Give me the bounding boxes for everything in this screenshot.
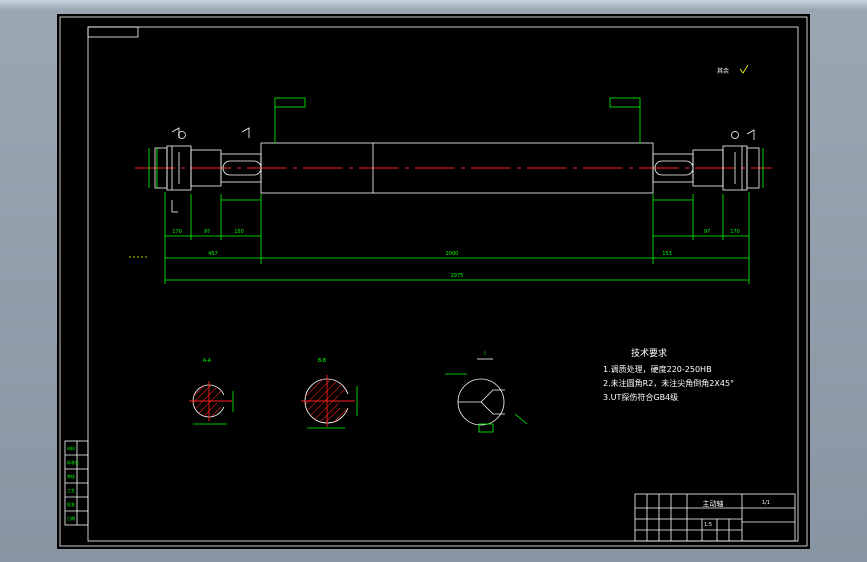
dim-right-170: 170 bbox=[730, 229, 740, 235]
section-view-a: A-A bbox=[189, 358, 234, 425]
dim-left-170: 170 bbox=[172, 229, 182, 235]
top-left-code-box bbox=[87, 26, 139, 38]
tech-req-item-2: 2.未注圆角R2，未注尖角倒角2X45° bbox=[603, 378, 734, 388]
dim-middle-length: 2000 bbox=[446, 251, 459, 257]
section-a-label: A-A bbox=[203, 358, 212, 364]
roughness-note: 其余 bbox=[717, 67, 729, 75]
drawing-viewport[interactable]: 2000 2975 457 153 170 170 150 97 97 其余 A… bbox=[57, 14, 810, 549]
svg-text:标准化: 标准化 bbox=[67, 459, 79, 465]
section-b-label: B-B bbox=[318, 358, 327, 364]
cad-window: 2000 2975 457 153 170 170 150 97 97 其余 A… bbox=[0, 0, 867, 562]
dim-left-150: 150 bbox=[234, 229, 244, 235]
cad-drawing-canvas: 2000 2975 457 153 170 170 150 97 97 其余 A… bbox=[59, 16, 808, 547]
tech-req-item-3: 3.UT探伤符合GB4级 bbox=[603, 392, 678, 402]
svg-text:材料: 材料 bbox=[67, 445, 75, 451]
svg-text:日期: 日期 bbox=[67, 515, 75, 521]
tech-requirements: 技术要求 1.调质处理，硬度220-250HB 2.未注圆角R2，未注尖角倒角2… bbox=[603, 347, 734, 402]
dim-left-97: 97 bbox=[204, 229, 210, 235]
title-block-part-name: 主动轴 bbox=[703, 499, 724, 508]
roughness-symbol bbox=[739, 64, 749, 74]
section-detail-i: I bbox=[445, 351, 528, 433]
shaft-main-view bbox=[135, 142, 772, 194]
inner-border bbox=[87, 26, 799, 542]
tech-req-item-1: 1.调质处理，硬度220-250HB bbox=[603, 364, 712, 374]
tech-req-heading: 技术要求 bbox=[631, 347, 667, 359]
side-signature-table: 材料 标准化 审核 工艺 批准 日期 bbox=[64, 440, 89, 526]
title-block-sheet: 1/1 bbox=[762, 500, 770, 506]
title-block: 主动轴 1/1 1:5 bbox=[634, 493, 796, 542]
svg-text:工艺: 工艺 bbox=[67, 488, 75, 493]
dim-right-sub: 153 bbox=[662, 251, 672, 257]
dim-overall-length: 2975 bbox=[451, 273, 464, 279]
svg-text:审核: 审核 bbox=[67, 473, 75, 479]
section-view-b: B-B bbox=[301, 358, 358, 429]
title-block-ratio: 1:5 bbox=[704, 522, 712, 528]
svg-text:批准: 批准 bbox=[67, 501, 75, 507]
detail-label: I bbox=[484, 351, 485, 357]
outer-border bbox=[59, 16, 808, 547]
dim-left-sub: 457 bbox=[208, 251, 218, 257]
dim-right-97: 97 bbox=[704, 229, 710, 235]
